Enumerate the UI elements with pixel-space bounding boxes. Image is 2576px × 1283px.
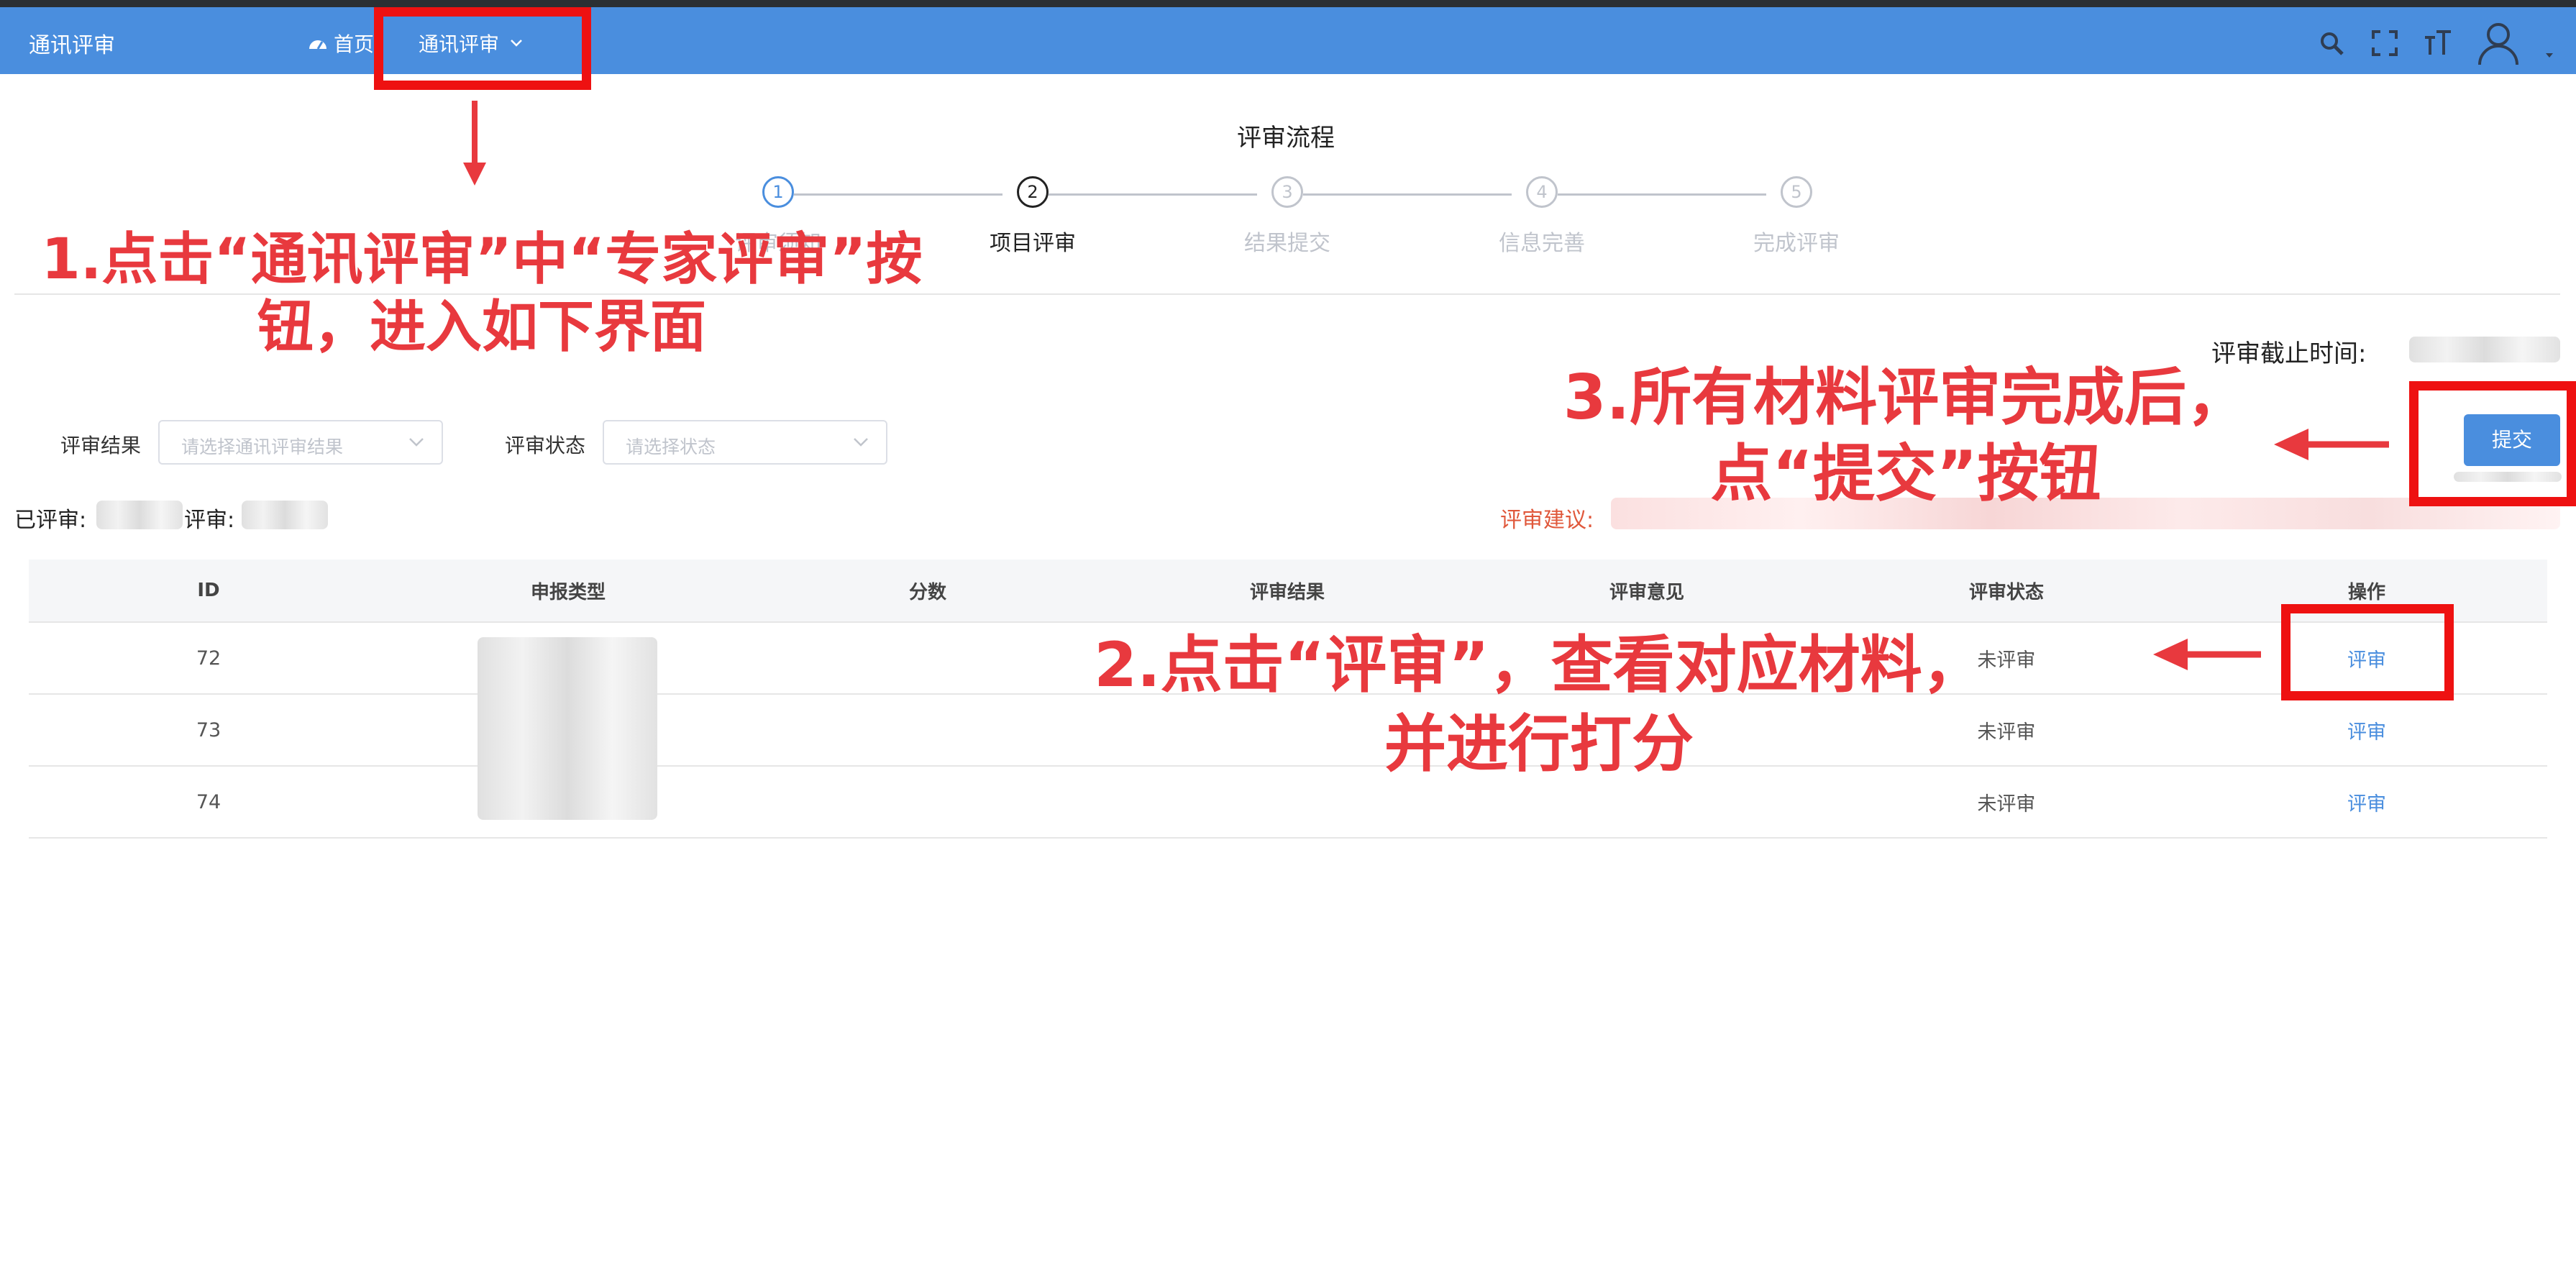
- reviewed-count-redacted: [96, 501, 183, 529]
- annotation-step2-line2: 并进行打分: [1384, 708, 1694, 780]
- status-filter-label: 评审状态: [505, 434, 586, 457]
- step-4-circle: 4: [1526, 176, 1558, 208]
- step-2-circle: 2: [1017, 176, 1049, 208]
- caret-down-icon[interactable]: [2544, 22, 2554, 65]
- annotation-step3-line1: 3.所有材料评审完成后，: [1563, 362, 2249, 434]
- arrow-left-annotation: [2153, 639, 2261, 670]
- user-avatar-icon[interactable]: [2477, 20, 2520, 66]
- result-filter-label: 评审结果: [60, 434, 142, 457]
- annotation-step2-line1: 2.点击“评审”，查看对应材料，: [1094, 629, 1984, 701]
- cell-id: 74: [29, 766, 389, 839]
- top-window-strip: [0, 0, 2576, 7]
- annotation-step1-line1: 1.点击“通讯评审”中“专家评审”按: [41, 227, 923, 292]
- col-id: ID: [29, 560, 389, 623]
- nav-tools: [2317, 20, 2554, 66]
- step-connector: [1049, 193, 1257, 196]
- highlight-box-nav-menu: [374, 7, 591, 90]
- result-filter-placeholder: 请选择通讯评审结果: [181, 437, 344, 457]
- step-2-label: 项目评审: [990, 231, 1076, 256]
- col-result: 评审结果: [1107, 560, 1467, 623]
- highlight-box-review-link: [2281, 604, 2454, 700]
- nav-home-link[interactable]: 首页: [308, 29, 374, 58]
- col-status: 评审状态: [1826, 560, 2186, 623]
- cell-action: 评审: [2186, 694, 2547, 767]
- annotation-step1: 1.点击“通讯评审”中“专家评审”按 钮，进入如下界面: [29, 226, 935, 361]
- arrow-down-annotation: [463, 101, 486, 186]
- highlight-box-submit: [2409, 381, 2576, 506]
- annotation-step3: 3.所有材料评审完成后， 点“提交”按钮: [1496, 360, 2316, 512]
- step-connector: [1303, 193, 1512, 196]
- font-size-icon[interactable]: [2424, 29, 2452, 58]
- review-link[interactable]: 评审: [2347, 793, 2386, 816]
- col-type: 申报类型: [388, 560, 748, 623]
- fullscreen-icon[interactable]: [2370, 29, 2399, 58]
- steps-title: 评审流程: [1237, 124, 1335, 152]
- annotation-step3-line2: 点“提交”按钮: [1710, 438, 2101, 510]
- annotation-step1-line2: 钮，进入如下界面: [257, 295, 706, 360]
- review-link[interactable]: 评审: [2347, 721, 2386, 744]
- result-filter-select[interactable]: 请选择通讯评审结果: [158, 420, 443, 465]
- arrow-left-annotation: [2274, 429, 2389, 460]
- step-5-circle: 5: [1781, 176, 1812, 208]
- brand-title: 通讯评审: [29, 33, 115, 58]
- deadline-value-redacted: [2409, 337, 2560, 362]
- type-column-redacted: [478, 637, 657, 820]
- step-3-circle: 3: [1271, 176, 1303, 208]
- annotation-step2: 2.点击“评审”，查看对应材料， 并进行打分: [1050, 626, 2028, 784]
- cell-action: 评审: [2186, 766, 2547, 839]
- cell-id: 72: [29, 622, 389, 695]
- table-header-row: ID 申报类型 分数 评审结果 评审意见 评审状态 操作: [29, 560, 2547, 623]
- step-3-label: 结果提交: [1244, 231, 1330, 256]
- nav-home-label: 首页: [334, 32, 375, 56]
- step-4-label: 信息完善: [1499, 231, 1585, 256]
- search-icon[interactable]: [2317, 29, 2346, 58]
- status-filter-select[interactable]: 请选择状态: [603, 420, 887, 465]
- step-1-circle: 1: [762, 176, 794, 208]
- reviewed-count-label: 已评审:: [14, 508, 87, 533]
- dashboard-icon: [309, 40, 326, 50]
- status-filter-placeholder: 请选择状态: [626, 437, 716, 457]
- col-score: 分数: [748, 560, 1107, 623]
- col-opinion: 评审意见: [1466, 560, 1827, 623]
- step-5-label: 完成评审: [1753, 231, 1840, 256]
- unreviewed-count-label: 评审:: [184, 508, 235, 533]
- step-connector: [794, 193, 1002, 196]
- chevron-down-icon: [854, 438, 868, 447]
- unreviewed-count-redacted: [242, 501, 328, 529]
- cell-id: 73: [29, 694, 389, 767]
- step-connector: [1558, 193, 1766, 196]
- chevron-down-icon: [409, 438, 424, 447]
